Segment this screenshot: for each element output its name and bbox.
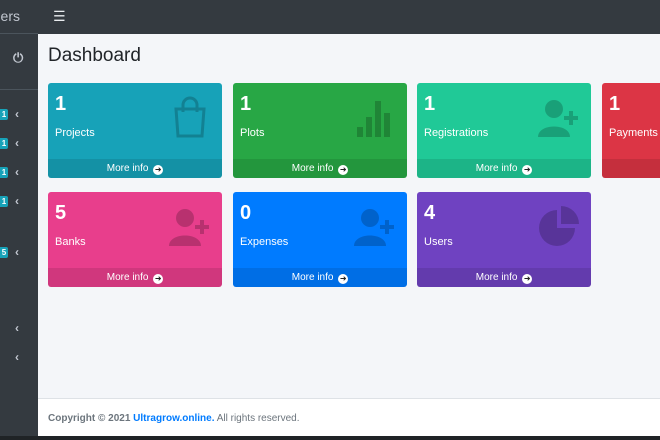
copyright-text: Copyright © 2021 Ultragrow.online. All r… — [48, 413, 300, 424]
box-value: 5 — [55, 202, 67, 224]
plots-box: 1 Plots More info ➜ — [233, 83, 407, 178]
expenses-box: 0 Expenses More info ➜ — [233, 192, 407, 287]
projects-box: 1 Projects More info ➜ — [48, 83, 222, 178]
sidebar-item-badge: 1 — [0, 167, 8, 178]
top-navbar: ☰ — [38, 0, 660, 34]
box-label: Banks — [55, 236, 86, 248]
box-value: 1 — [424, 93, 436, 115]
arrow-circle-right-icon: ➜ — [338, 274, 349, 284]
users-box: 4 Users More info ➜ — [417, 192, 591, 287]
box-value: 1 — [609, 93, 621, 115]
more-info-link[interactable]: More info ➜ — [233, 159, 407, 178]
hamburger-icon[interactable]: ☰ — [53, 8, 66, 25]
pie-chart-icon — [539, 206, 579, 246]
chevron-left-icon: ‹ — [15, 350, 19, 364]
page-title: Dashboard — [48, 45, 141, 66]
registrations-box: 1 Registrations More info ➜ — [417, 83, 591, 178]
box-label: Registrations — [424, 127, 489, 139]
box-value: 0 — [240, 202, 252, 224]
arrow-circle-right-icon: ➜ — [153, 274, 164, 284]
more-info-link[interactable]: More info ➜ — [417, 159, 591, 178]
more-info-link[interactable]: More info ➜ — [233, 268, 407, 287]
box-label: Expenses — [240, 236, 289, 248]
box-value: 4 — [424, 202, 436, 224]
copyright-prefix: Copyright © 2021 — [48, 413, 131, 424]
sidebar-item-3[interactable]: 1 ‹ — [0, 164, 38, 182]
sidebar-item-1[interactable]: 1 ‹ — [0, 106, 38, 124]
sidebar-brand[interactable]: pers — [0, 0, 38, 34]
chevron-left-icon: ‹ — [15, 136, 19, 150]
sidebar-item-badge: 1 — [0, 138, 8, 149]
sidebar-item-6[interactable]: ‹ — [0, 320, 38, 338]
arrow-circle-right-icon: ➜ — [338, 165, 349, 175]
more-info-label: More info — [106, 163, 149, 174]
box-label: Projects — [55, 127, 95, 139]
payments-box: 1 Payments — [602, 83, 660, 178]
sidebar-item-badge: 5 — [0, 247, 8, 258]
sidebar-divider — [0, 89, 38, 90]
sidebar: pers ⏻ 1 ‹ 1 ‹ 1 ‹ 1 ‹ 5 ‹ ‹ ‹ — [0, 0, 38, 440]
chevron-left-icon: ‹ — [15, 165, 19, 179]
arrow-circle-right-icon: ➜ — [153, 165, 164, 175]
sidebar-item-7[interactable]: ‹ — [0, 349, 38, 367]
box-label: Payments — [609, 127, 658, 139]
copyright-suffix: All rights reserved. — [216, 413, 300, 424]
bar-chart-icon — [357, 101, 390, 137]
more-info-label: More info — [106, 272, 149, 283]
more-info-link[interactable]: More info ➜ — [417, 268, 591, 287]
sidebar-item-5[interactable]: 5 ‹ — [0, 244, 38, 262]
more-info-label: More info — [475, 163, 518, 174]
chevron-left-icon: ‹ — [15, 194, 19, 208]
chevron-left-icon: ‹ — [15, 245, 19, 259]
more-info-label: More info — [291, 272, 334, 283]
user-plus-icon — [538, 100, 578, 137]
shopping-bag-icon — [174, 96, 206, 138]
arrow-circle-right-icon: ➜ — [522, 274, 533, 284]
bottom-strip — [0, 436, 660, 440]
sidebar-item-badge: 1 — [0, 109, 8, 120]
chevron-left-icon: ‹ — [15, 321, 19, 335]
brand-text: pers — [0, 8, 20, 24]
user-plus-icon — [354, 209, 394, 246]
box-label: Users — [424, 236, 453, 248]
power-icon[interactable]: ⏻ — [13, 50, 23, 66]
page-footer: Copyright © 2021 Ultragrow.online. All r… — [38, 398, 660, 436]
box-label: Plots — [240, 127, 265, 139]
more-info-label: More info — [291, 163, 334, 174]
box-value: 1 — [240, 93, 252, 115]
sidebar-item-2[interactable]: 1 ‹ — [0, 135, 38, 153]
footer-site-link[interactable]: Ultragrow.online. — [133, 413, 214, 424]
chevron-left-icon: ‹ — [15, 107, 19, 121]
arrow-circle-right-icon: ➜ — [522, 165, 533, 175]
banks-box: 5 Banks More info ➜ — [48, 192, 222, 287]
more-info-link[interactable]: More info ➜ — [48, 268, 222, 287]
more-info-label: More info — [475, 272, 518, 283]
sidebar-item-4[interactable]: 1 ‹ — [0, 193, 38, 211]
more-info-link[interactable]: More info ➜ — [48, 159, 222, 178]
more-info-link[interactable] — [602, 159, 660, 178]
sidebar-item-badge: 1 — [0, 196, 8, 207]
user-plus-icon — [169, 209, 209, 246]
box-value: 1 — [55, 93, 67, 115]
